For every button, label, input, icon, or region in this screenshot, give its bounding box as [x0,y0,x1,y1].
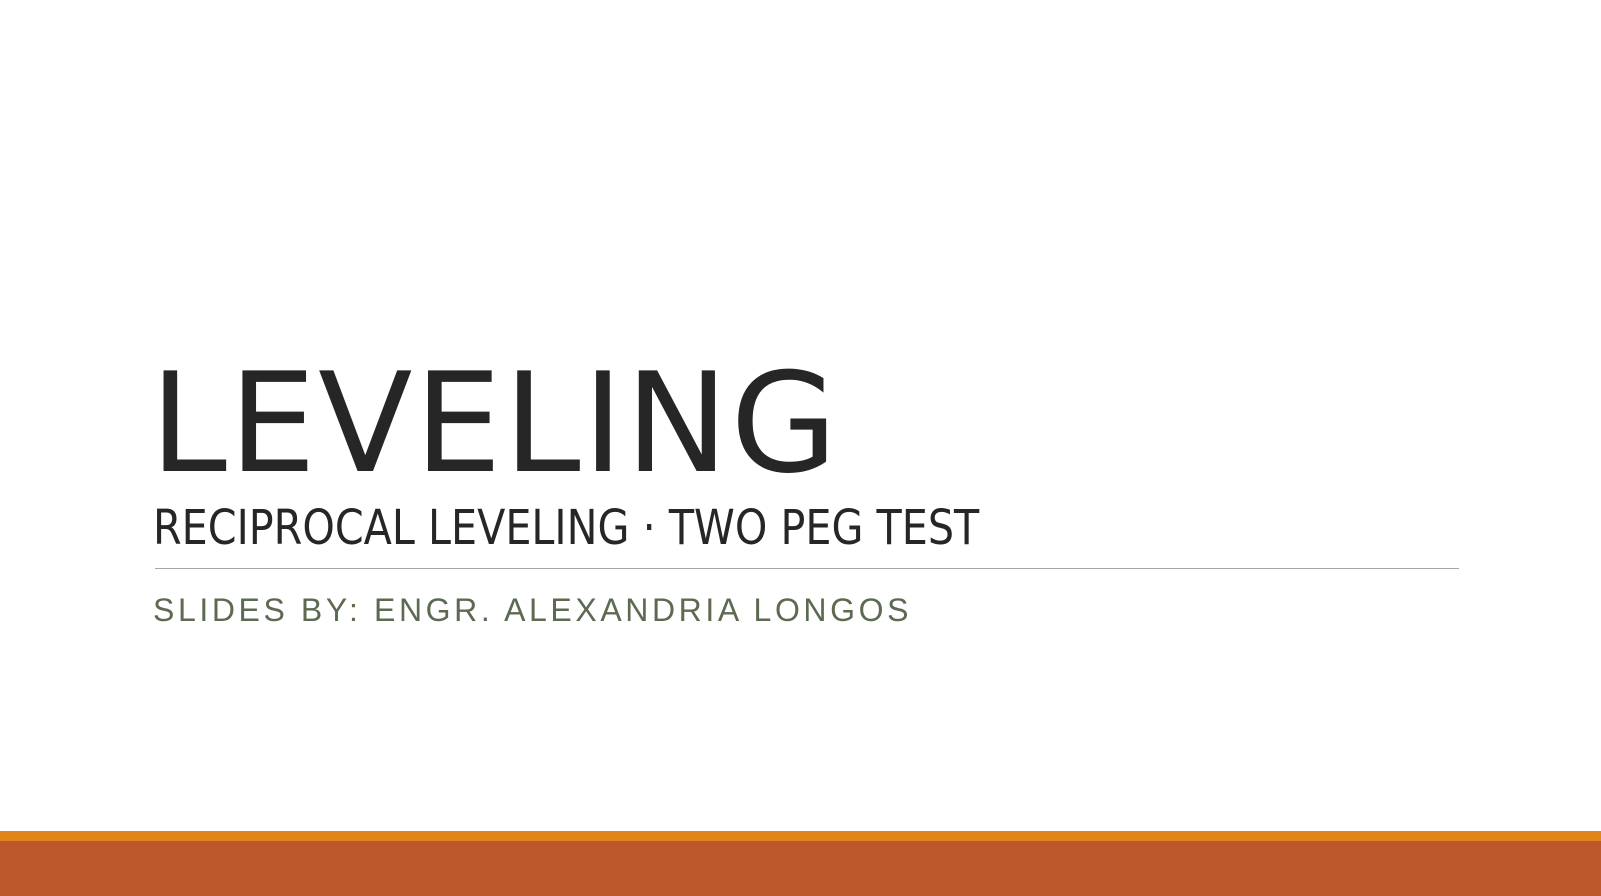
title-slide: LEVELING RECIPROCAL LEVELING · TWO PEG T… [0,0,1601,896]
author-byline: SLIDES BY: ENGR. ALEXANDRIA LONGOS [153,592,913,628]
footer-accent-stripe [0,831,1601,841]
slide-title: LEVELING [150,343,840,504]
title-divider [155,568,1459,569]
slide-subtitle: RECIPROCAL LEVELING · TWO PEG TEST [153,500,980,556]
footer-bar [0,841,1601,896]
